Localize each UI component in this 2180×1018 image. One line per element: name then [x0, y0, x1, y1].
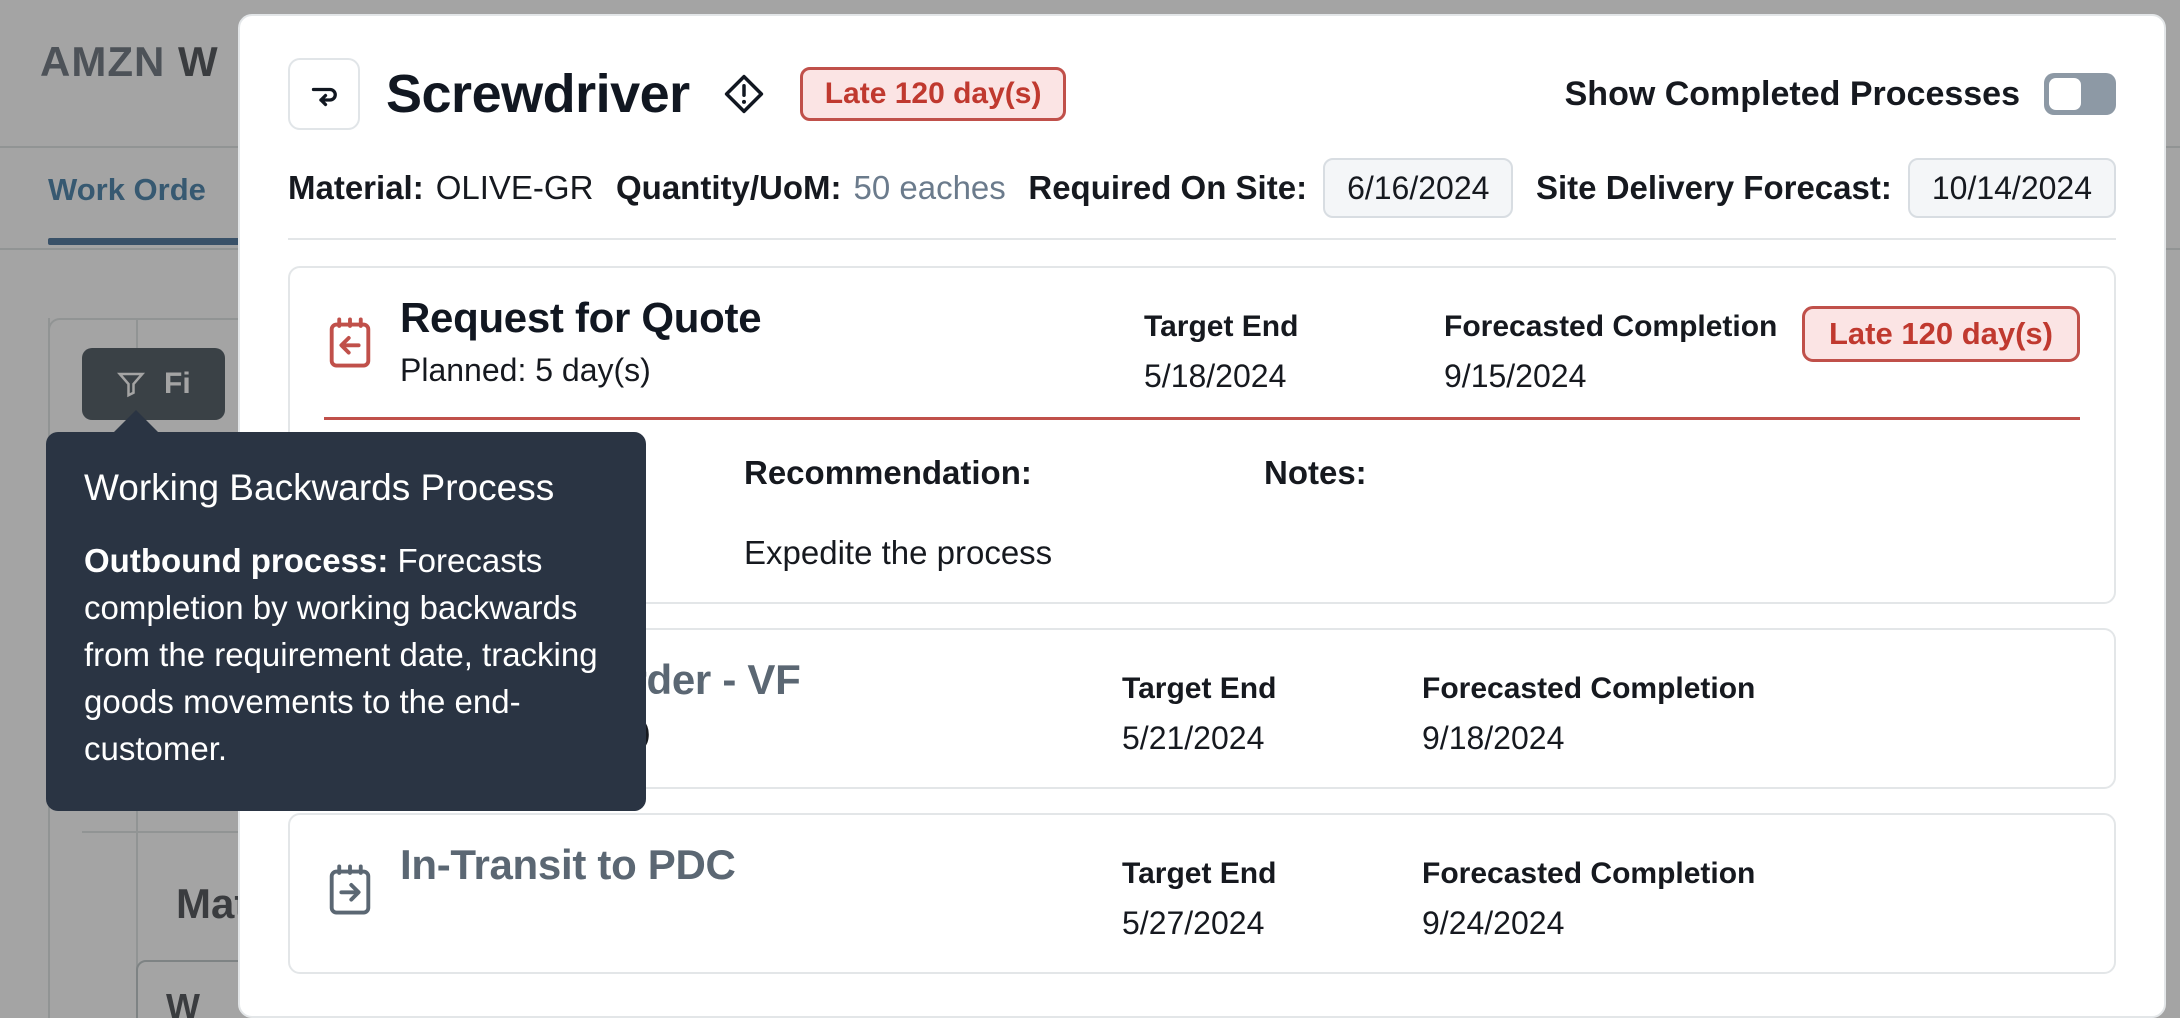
- show-completed-label: Show Completed Processes: [1565, 75, 2020, 114]
- quantity-label: Quantity/UoM:: [616, 169, 841, 207]
- app-brand: AMZN W: [40, 38, 219, 86]
- site-delivery-forecast-label: Site Delivery Forecast:: [1536, 169, 1892, 207]
- target-end-value: 5/27/2024: [1122, 905, 1422, 942]
- calendar-back-icon: [324, 316, 376, 372]
- forecasted-completion-column: Forecasted Completion 9/18/2024: [1422, 672, 1752, 757]
- forecasted-completion-value: 9/24/2024: [1422, 905, 1752, 942]
- funnel-icon: [116, 369, 146, 399]
- required-on-site-value[interactable]: 6/16/2024: [1323, 158, 1513, 218]
- material-label: Material:: [288, 169, 424, 207]
- header-late-badge: Late 120 day(s): [800, 67, 1067, 121]
- show-completed-toggle-group[interactable]: Show Completed Processes: [1565, 73, 2116, 115]
- forecasted-completion-column: Forecasted Completion 9/15/2024: [1444, 310, 1774, 395]
- required-on-site-label: Required On Site:: [1028, 169, 1307, 207]
- return-arrow-icon: [306, 76, 342, 112]
- meta-required-on-site: Required On Site: 6/16/2024: [1028, 158, 1513, 218]
- process-card[interactable]: In-Transit to PDC Target End 5/27/2024 F…: [288, 813, 2116, 974]
- process-late-badge: Late 120 day(s): [1802, 306, 2080, 362]
- notes-header: Notes:: [1264, 454, 1684, 492]
- target-end-column: Target End 5/21/2024: [1122, 672, 1422, 757]
- show-completed-toggle[interactable]: [2044, 73, 2116, 115]
- recommendation-value: Expedite the process: [744, 534, 1264, 572]
- tooltip-body: Outbound process: Forecasts completion b…: [84, 538, 608, 772]
- material-value: OLIVE-GR: [436, 169, 594, 207]
- target-end-column: Target End 5/18/2024: [1144, 310, 1444, 395]
- target-end-value: 5/18/2024: [1144, 358, 1444, 395]
- forecasted-completion-column: Forecasted Completion 9/24/2024: [1422, 857, 1752, 942]
- quantity-value: 50 eaches: [853, 169, 1005, 207]
- brand-rest: W: [178, 38, 219, 85]
- page-title: Screwdriver: [386, 63, 690, 125]
- meta-material: Material: OLIVE-GR: [288, 169, 593, 207]
- target-end-header: Target End: [1144, 310, 1444, 344]
- recommendation-column: Recommendation: Expedite the process: [744, 454, 1264, 572]
- tooltip-body-bold: Outbound process:: [84, 542, 388, 579]
- site-delivery-forecast-value[interactable]: 10/14/2024: [1908, 158, 2116, 218]
- process-name[interactable]: In-Transit to PDC: [400, 841, 736, 889]
- toggle-knob: [2049, 78, 2081, 110]
- filter-button-label: Fi: [164, 367, 191, 401]
- meta-site-delivery-forecast: Site Delivery Forecast: 10/14/2024: [1536, 158, 2116, 218]
- process-planned: Planned: 5 day(s): [400, 352, 761, 389]
- target-end-header: Target End: [1122, 672, 1422, 706]
- back-button[interactable]: [288, 58, 360, 130]
- recommendation-header: Recommendation:: [744, 454, 1264, 492]
- process-name[interactable]: Request for Quote: [400, 294, 761, 342]
- forecasted-completion-header: Forecasted Completion: [1422, 857, 1752, 891]
- material-input-value: W: [166, 986, 200, 1018]
- tab-work-orders[interactable]: Work Orde: [48, 172, 206, 208]
- target-end-header: Target End: [1122, 857, 1422, 891]
- calendar-forward-icon: [324, 863, 376, 919]
- tooltip-title: Working Backwards Process: [84, 466, 608, 510]
- process-card-rule: [324, 417, 2080, 420]
- forecasted-completion-value: 9/18/2024: [1422, 720, 1752, 757]
- meta-quantity: Quantity/UoM: 50 eaches: [616, 169, 1006, 207]
- notes-column: Notes:: [1264, 454, 1684, 572]
- warning-diamond-icon: [722, 72, 766, 116]
- forecasted-completion-header: Forecasted Completion: [1444, 310, 1774, 344]
- header-divider: [288, 238, 2116, 240]
- work-order-meta: Material: OLIVE-GR Quantity/UoM: 50 each…: [288, 126, 2116, 222]
- working-backwards-tooltip: Working Backwards Process Outbound proce…: [46, 432, 646, 811]
- forecasted-completion-header: Forecasted Completion: [1422, 672, 1752, 706]
- forecasted-completion-value: 9/15/2024: [1444, 358, 1774, 395]
- modal-header: Screwdriver Late 120 day(s) Show Complet…: [288, 16, 2116, 126]
- target-end-column: Target End 5/27/2024: [1122, 857, 1422, 942]
- target-end-value: 5/21/2024: [1122, 720, 1422, 757]
- brand-amzn: AMZN: [40, 38, 165, 85]
